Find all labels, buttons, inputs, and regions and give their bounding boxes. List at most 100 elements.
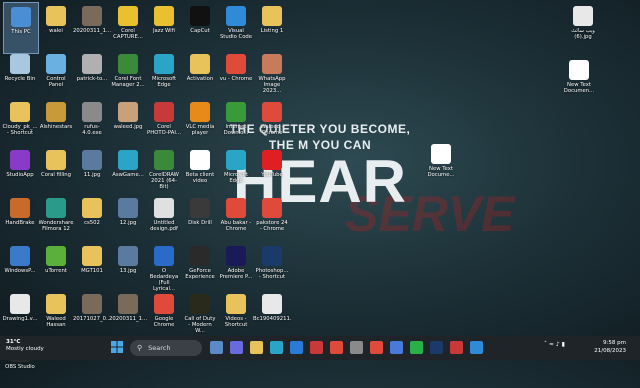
- desktop-icon[interactable]: New Text Documen...: [562, 56, 596, 106]
- desktop-icon[interactable]: VLC media player: [183, 98, 217, 148]
- desktop-icon[interactable]: Control Panel: [39, 50, 73, 100]
- desktop-icon[interactable]: Wondershare Filmora 12: [39, 194, 74, 244]
- desktop-icon[interactable]: Call of Duty - Modern W...: [183, 290, 217, 340]
- desktop-icon[interactable]: rufus-4.0.exe: [75, 98, 109, 148]
- chrome-icon[interactable]: [330, 341, 343, 354]
- desktop-icon[interactable]: Untitled design.pdf: [147, 194, 181, 244]
- desktop-icon[interactable]: Corel Font Manager 2...: [111, 50, 145, 100]
- desktop-icon[interactable]: Visual Studio Code: [219, 2, 253, 52]
- desktop-icon[interactable]: Abu bakar - Chrome: [219, 194, 253, 244]
- desktop-icon[interactable]: YouTube: [255, 146, 289, 196]
- desktop-icon[interactable]: vu - Chrome: [219, 50, 253, 100]
- desktop-icon[interactable]: Microsoft Edge: [219, 146, 253, 196]
- wifi-icon[interactable]: ≈: [549, 341, 554, 348]
- taskbar-search[interactable]: ⚲ Search: [130, 340, 202, 356]
- desktop-icon[interactable]: waleed.jpg: [111, 98, 145, 148]
- desktop-icon[interactable]: 20200311_1...: [109, 290, 147, 340]
- desktop-icon-label: Listing 1: [260, 28, 284, 34]
- desktop-icon[interactable]: uTorrent: [39, 242, 73, 292]
- handbrake-icon: [10, 198, 30, 218]
- desktop-icon[interactable]: Internet Downlo...: [219, 98, 253, 148]
- desktop-icon[interactable]: Drawing1.v...: [3, 290, 37, 340]
- settings-icon[interactable]: [350, 341, 363, 354]
- vlc-icon: [190, 102, 210, 122]
- task-view-icon[interactable]: [210, 341, 223, 354]
- desktop-icon[interactable]: patrick-to...: [75, 50, 109, 100]
- whatsapp-icon[interactable]: [410, 341, 423, 354]
- desktop-icon-label: 20200311_1...: [73, 28, 111, 34]
- desktop-icon[interactable]: GeForce Experience: [183, 242, 217, 292]
- desktop-icon-label: Waleed Hassan: [46, 316, 66, 328]
- chat-icon[interactable]: [230, 341, 243, 354]
- desktop-icon[interactable]: WindowsP...: [3, 242, 37, 292]
- desktop-icon[interactable]: CorelDRAW 2021 (64-Bit): [147, 146, 181, 196]
- davinci-icon[interactable]: [450, 341, 463, 354]
- store-icon[interactable]: [390, 341, 403, 354]
- desktop-icon-label: patrick-to...: [76, 76, 108, 82]
- photoshop-icon[interactable]: [430, 341, 443, 354]
- desktop-icon[interactable]: Photoshop... - Shortcut: [255, 242, 289, 292]
- desktop-icon[interactable]: Bc190409211...: [253, 290, 291, 340]
- desktop-icon[interactable]: Coral filling: [39, 146, 73, 196]
- desktop-icon[interactable]: AswGame...: [111, 146, 145, 196]
- desktop-icon[interactable]: walei: [39, 2, 73, 52]
- desktop-icon[interactable]: Alshinestars: [39, 98, 73, 148]
- chrome-icon[interactable]: [370, 341, 383, 354]
- mail-icon[interactable]: [290, 341, 303, 354]
- desktop-icon[interactable]: CapCut: [183, 2, 217, 52]
- desktop-icon-label: HandBrake: [5, 220, 35, 226]
- desktop-icon[interactable]: 20171027_0...: [73, 290, 111, 340]
- desktop-icon[interactable]: 20200311_1...: [73, 2, 111, 52]
- desktop-icon[interactable]: WhatsApp Image 2023...: [255, 50, 289, 100]
- desktop-icon[interactable]: pakstore 24 - Chrome: [255, 194, 289, 244]
- vscode-icon[interactable]: [470, 341, 483, 354]
- desktop-icon[interactable]: Activation: [183, 50, 217, 100]
- desktop-icon[interactable]: New Text Docume...: [424, 140, 458, 190]
- desktop-icon-label: Call of Duty - Modern W...: [184, 316, 216, 334]
- desktop-icon[interactable]: O Bedardeya (Full Lyrical...: [147, 242, 181, 292]
- desktop-icon[interactable]: Corel CAPTURE...: [111, 2, 145, 52]
- desktop-icon[interactable]: Adobe Premiere P...: [219, 242, 253, 292]
- desktop-icon[interactable]: Google Chrome: [147, 290, 181, 340]
- desktop-icon[interactable]: StudioApp: [3, 146, 37, 196]
- desktop-icon[interactable]: Waleed Hassan: [39, 290, 73, 340]
- desktop-icon-label: CorelDRAW 2021 (64-Bit): [149, 172, 179, 190]
- edge-icon[interactable]: [270, 341, 283, 354]
- desktop-icon[interactable]: MGT101: [75, 242, 109, 292]
- calendar-icon[interactable]: [310, 341, 323, 354]
- chevron-up-icon[interactable]: ˆ: [544, 341, 547, 348]
- desktop-icon[interactable]: Videos - Shortcut: [219, 290, 253, 340]
- desktop-icon[interactable]: HandBrake: [3, 194, 37, 244]
- desktop-icon[interactable]: Jazz Wifi: [147, 2, 181, 52]
- desktop-icon[interactable]: Corel PHOTO-PAI...: [147, 98, 181, 148]
- clock[interactable]: 9:58 pm 21/08/2023: [588, 339, 626, 355]
- folder-icon: [46, 6, 66, 26]
- desktop-icon-label: Videos - Shortcut: [224, 316, 248, 328]
- weather-widget[interactable]: 31°C Mostly cloudy: [6, 339, 44, 353]
- start-button[interactable]: [111, 341, 123, 353]
- desktop-icon[interactable]: Recycle Bin: [3, 50, 37, 100]
- desktop-icon-label: Beta client video: [185, 172, 215, 184]
- volume-icon[interactable]: ♪: [556, 341, 560, 348]
- desktop-icon-label: CapCut: [190, 28, 210, 34]
- corel-photo-icon: [154, 102, 174, 122]
- desktop-icon[interactable]: ویب سائٹ (6).jpg: [566, 2, 600, 52]
- desktop-icon[interactable]: Beta client video: [183, 146, 217, 196]
- desktop-icon[interactable]: Listing 1: [255, 2, 289, 52]
- system-tray[interactable]: ˆ ≈ ♪ ▮: [544, 341, 565, 348]
- image-file-icon: [118, 102, 138, 122]
- idm-icon: [226, 102, 246, 122]
- video-icon: [46, 102, 66, 122]
- desktop-icon[interactable]: Cloudy_pk_... - Shortcut: [2, 98, 38, 148]
- battery-icon[interactable]: ▮: [562, 341, 565, 348]
- desktop-icon[interactable]: 13.jpg: [111, 242, 145, 292]
- file-explorer-icon[interactable]: [250, 341, 263, 354]
- desktop-icon-label: Corel Font Manager 2...: [111, 76, 145, 88]
- desktop-icon[interactable]: 12.jpg: [111, 194, 145, 244]
- desktop-icon[interactable]: cs502: [75, 194, 109, 244]
- desktop-icon[interactable]: Disk Drill: [183, 194, 217, 244]
- desktop-icon[interactable]: This PC: [3, 2, 39, 54]
- desktop-icon[interactable]: Waleed - Chrome: [255, 98, 289, 148]
- desktop-icon[interactable]: 11.jpg: [75, 146, 109, 196]
- desktop-icon[interactable]: Microsoft Edge: [147, 50, 181, 100]
